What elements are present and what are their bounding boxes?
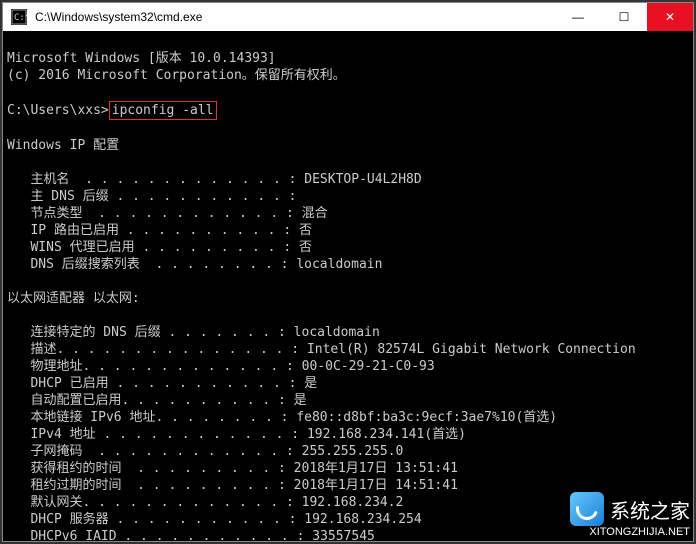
- window-controls: — ☐ ✕: [555, 3, 693, 31]
- physical-address-row: 物理地址. . . . . . . . . . . . . : 00-0C-29…: [7, 359, 435, 374]
- banner-line-2: (c) 2016 Microsoft Corporation。保留所有权利。: [7, 68, 346, 83]
- ip-config-header: Windows IP 配置: [7, 138, 119, 153]
- dhcpv6-iaid-row: DHCPv6 IAID . . . . . . . . . . . : 3355…: [7, 529, 375, 541]
- ipv4-address-row: IPv4 地址 . . . . . . . . . . . . : 192.16…: [7, 427, 466, 442]
- close-button[interactable]: ✕: [647, 3, 693, 31]
- cmd-icon: C:\: [9, 7, 29, 27]
- hostname-row: 主机名 . . . . . . . . . . . . . : DESKTOP-…: [7, 172, 422, 187]
- ethernet-adapter-header: 以太网适配器 以太网:: [7, 291, 140, 306]
- terminal-output[interactable]: Microsoft Windows [版本 10.0.14393] (c) 20…: [3, 31, 693, 541]
- command-highlight: ipconfig -all: [109, 101, 217, 120]
- default-gateway-row: 默认网关. . . . . . . . . . . . . : 192.168.…: [7, 495, 403, 510]
- dhcp-server-row: DHCP 服务器 . . . . . . . . . . . : 192.168…: [7, 512, 422, 527]
- dhcp-enabled-row: DHCP 已启用 . . . . . . . . . . . : 是: [7, 376, 317, 391]
- lease-expires-row: 租约过期的时间 . . . . . . . . . : 2018年1月17日 1…: [7, 478, 458, 493]
- cmd-window: C:\ C:\Windows\system32\cmd.exe — ☐ ✕ Mi…: [2, 2, 694, 542]
- window-title: C:\Windows\system32\cmd.exe: [35, 10, 555, 24]
- subnet-mask-row: 子网掩码 . . . . . . . . . . . . : 255.255.2…: [7, 444, 403, 459]
- conn-dns-suffix-row: 连接特定的 DNS 后缀 . . . . . . . : localdomain: [7, 325, 380, 340]
- titlebar[interactable]: C:\ C:\Windows\system32\cmd.exe — ☐ ✕: [3, 3, 693, 31]
- banner-line-1: Microsoft Windows [版本 10.0.14393]: [7, 51, 276, 66]
- minimize-button[interactable]: —: [555, 3, 601, 31]
- node-type-row: 节点类型 . . . . . . . . . . . . : 混合: [7, 206, 328, 221]
- description-row: 描述. . . . . . . . . . . . . . . : Intel(…: [7, 342, 636, 357]
- primary-dns-suffix-row: 主 DNS 后缀 . . . . . . . . . . . :: [7, 189, 304, 204]
- ip-routing-row: IP 路由已启用 . . . . . . . . . . : 否: [7, 223, 312, 238]
- prompt-path: C:\Users\xxs>: [7, 103, 109, 118]
- svg-text:C:\: C:\: [14, 13, 27, 23]
- maximize-button[interactable]: ☐: [601, 3, 647, 31]
- auto-config-row: 自动配置已启用. . . . . . . . . . : 是: [7, 393, 307, 408]
- dns-search-list-row: DNS 后缀搜索列表 . . . . . . . . : localdomain: [7, 257, 382, 272]
- lease-obtained-row: 获得租约的时间 . . . . . . . . . : 2018年1月17日 1…: [7, 461, 458, 476]
- link-local-ipv6-row: 本地链接 IPv6 地址. . . . . . . . : fe80::d8bf…: [7, 410, 557, 425]
- screenshot-frame: C:\ C:\Windows\system32\cmd.exe — ☐ ✕ Mi…: [0, 0, 696, 544]
- wins-proxy-row: WINS 代理已启用 . . . . . . . . . : 否: [7, 240, 312, 255]
- prompt-line: C:\Users\xxs>ipconfig -all: [7, 103, 217, 118]
